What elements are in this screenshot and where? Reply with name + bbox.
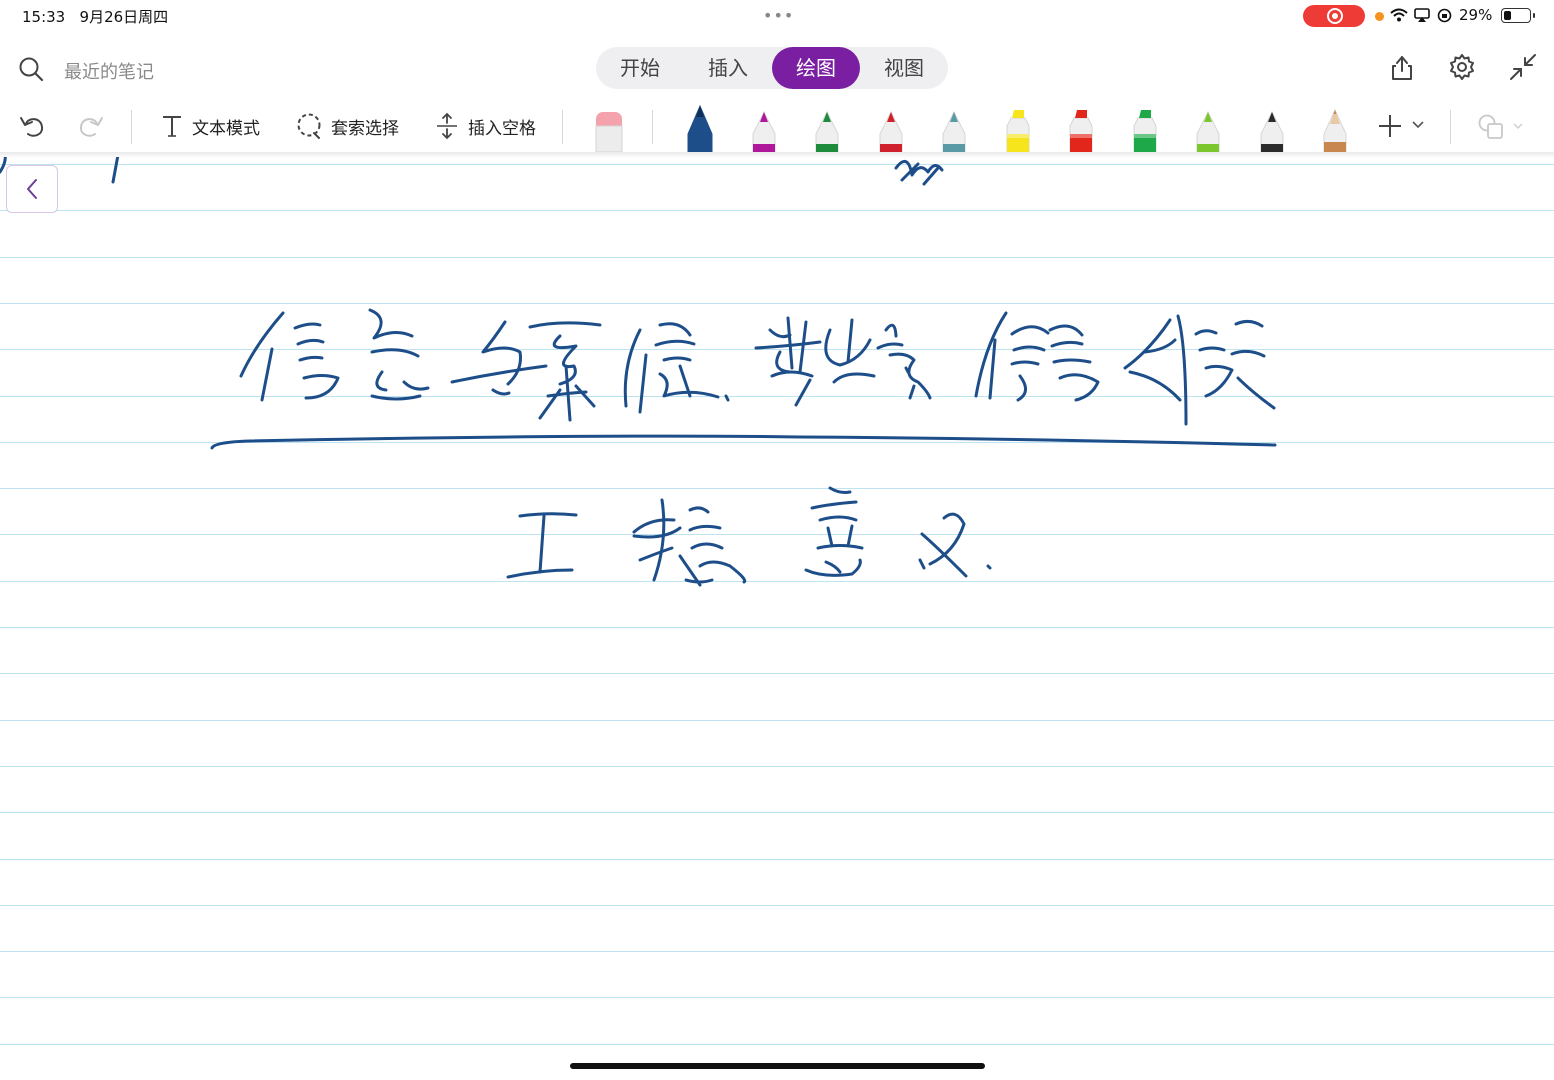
- chevron-down-icon[interactable]: [1411, 120, 1425, 130]
- ribbon-tabs: 开始 插入 绘图 视图: [596, 47, 948, 89]
- gear-icon[interactable]: [1447, 52, 1477, 82]
- home-indicator[interactable]: [570, 1063, 985, 1069]
- airplay-icon: [1414, 8, 1430, 22]
- note-canvas[interactable]: [0, 157, 1554, 1080]
- status-date: 9月26日周四: [79, 8, 169, 26]
- orientation-lock-icon: [1437, 8, 1452, 23]
- pen-teal-tool[interactable]: [939, 104, 969, 152]
- pen-purple-tool[interactable]: [749, 104, 779, 152]
- battery-icon: [1501, 8, 1535, 23]
- multitask-dots-icon[interactable]: •••: [763, 6, 794, 25]
- toolbar-divider: [1450, 110, 1451, 144]
- search-icon[interactable]: [18, 56, 44, 82]
- draw-toolbar: 文本模式 套索选择 插入空格: [0, 100, 1554, 156]
- text-mode-button[interactable]: 文本模式: [160, 100, 260, 152]
- pen-red-tool[interactable]: [876, 104, 906, 152]
- pencil-brown-tool[interactable]: [1320, 104, 1350, 152]
- battery-fill: [1504, 11, 1511, 20]
- chevron-left-icon: [27, 179, 37, 199]
- pen-black-tool[interactable]: [1257, 104, 1287, 152]
- search-field[interactable]: 最近的笔记: [64, 58, 154, 84]
- status-time: 15:33 9月26日周四: [22, 8, 169, 26]
- undo-icon[interactable]: [17, 111, 47, 141]
- toolbar-divider: [131, 110, 132, 144]
- app-header: 最近的笔记 开始 插入 绘图 视图: [0, 38, 1554, 98]
- pen-green-tool[interactable]: [812, 104, 842, 152]
- toolbar-divider: [562, 110, 563, 144]
- back-button[interactable]: [6, 165, 58, 213]
- highlighter-green-tool[interactable]: [1130, 104, 1160, 152]
- pen-lime-tool[interactable]: [1193, 104, 1223, 152]
- text-cursor-icon: [163, 116, 181, 137]
- insert-space-icon: [437, 112, 457, 140]
- insert-space-label: 插入空格: [468, 118, 536, 139]
- wifi-icon: [1390, 8, 1408, 22]
- chevron-down-icon[interactable]: [1512, 122, 1524, 130]
- eraser-tool[interactable]: [594, 104, 624, 152]
- insert-space-button[interactable]: 插入空格: [434, 100, 536, 152]
- add-pen-icon[interactable]: [1376, 112, 1404, 140]
- record-icon: [1327, 8, 1343, 24]
- share-icon[interactable]: [1387, 52, 1417, 82]
- tab-insert[interactable]: 插入: [684, 47, 772, 89]
- tab-home[interactable]: 开始: [596, 47, 684, 89]
- collapse-icon[interactable]: [1508, 52, 1538, 82]
- highlighter-red-tool[interactable]: [1066, 104, 1096, 152]
- tab-draw[interactable]: 绘图: [772, 47, 860, 89]
- redo-icon[interactable]: [76, 111, 106, 141]
- status-bar: 15:33 9月26日周四 ••• 29%: [0, 0, 1554, 32]
- pen-navy-tool[interactable]: [685, 104, 715, 152]
- lasso-icon: [297, 113, 321, 139]
- battery-percent: 29%: [1459, 6, 1493, 24]
- handwriting-ink[interactable]: [0, 157, 1554, 1080]
- mic-in-use-dot: [1375, 12, 1384, 21]
- lasso-select-button[interactable]: 套索选择: [295, 100, 399, 152]
- screen-recording-indicator[interactable]: [1303, 5, 1365, 27]
- lasso-select-label: 套索选择: [331, 118, 399, 139]
- toolbar-divider: [652, 110, 653, 144]
- shapes-icon[interactable]: [1476, 112, 1506, 142]
- tab-view[interactable]: 视图: [860, 47, 948, 89]
- text-mode-label: 文本模式: [192, 118, 260, 139]
- highlighter-yellow-tool[interactable]: [1003, 104, 1033, 152]
